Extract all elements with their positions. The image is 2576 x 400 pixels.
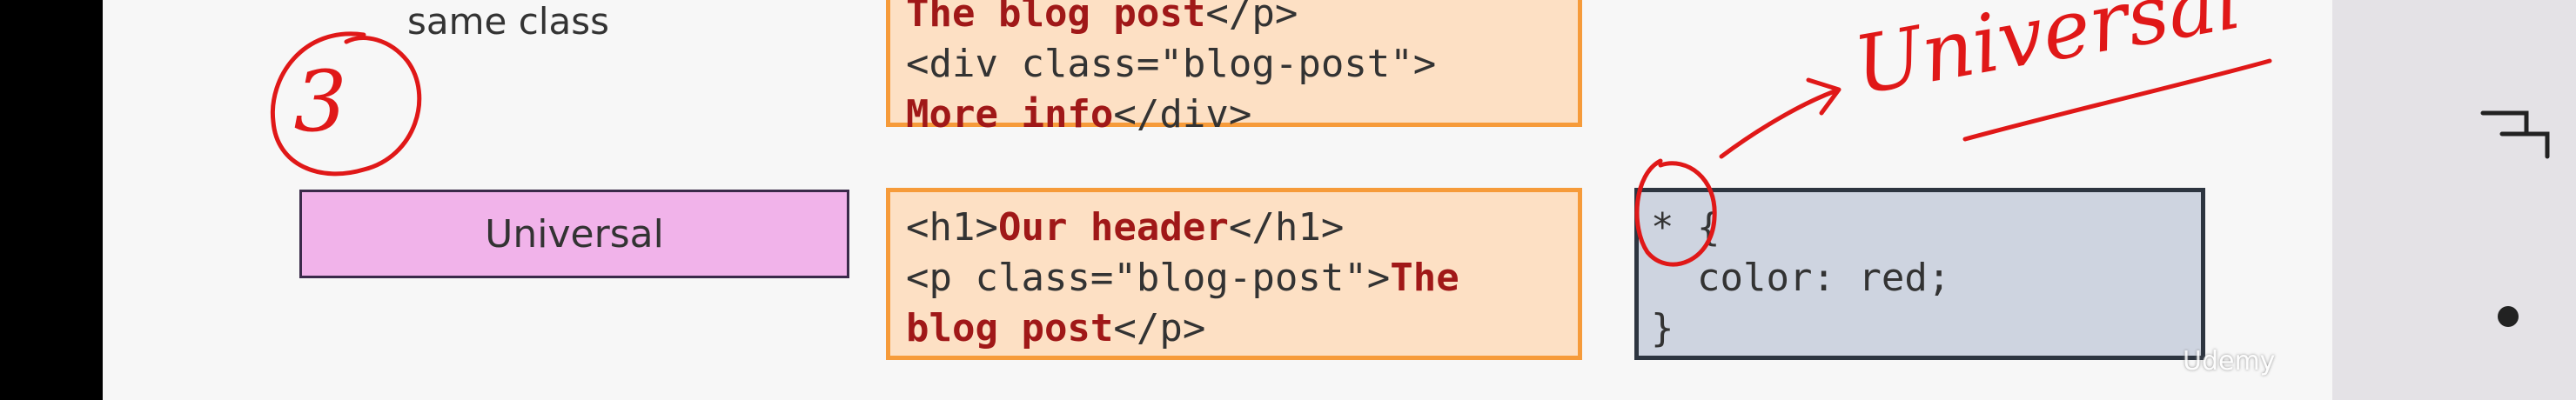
code-text: </div> xyxy=(1113,92,1252,137)
page-dot-icon[interactable] xyxy=(2498,306,2519,327)
code-text: <h1> xyxy=(906,205,998,250)
code-line: More info</div> xyxy=(906,92,1251,137)
handwritten-word: Universal xyxy=(1848,0,2248,113)
code-keyword: blog post xyxy=(906,306,1114,350)
code-keyword: Our header xyxy=(997,205,1229,250)
code-line: <p class="blog-post">The xyxy=(906,256,1459,300)
code-line: <div class="blog-post"> xyxy=(906,42,1437,86)
circle-around-number xyxy=(270,31,422,177)
code-keyword: The blog post xyxy=(906,0,1206,36)
code-line: <h1>Our header</h1> xyxy=(906,205,1344,250)
html-code-block-top: The blog post</p> <div class="blog-post"… xyxy=(886,0,1582,137)
code-text: </p> xyxy=(1205,0,1298,36)
css-line: color: red; xyxy=(1651,256,1951,300)
code-text: <p class="blog-post"> xyxy=(906,256,1391,300)
handwritten-number: 3 xyxy=(293,53,346,150)
css-line: } xyxy=(1651,306,1674,350)
slide: same class Universal The blog post</p> <… xyxy=(103,0,2332,400)
arrow-shaft xyxy=(1719,89,1837,159)
udemy-watermark: Udemy xyxy=(2183,346,2276,377)
code-line: blog post</p> xyxy=(906,306,1205,350)
universal-selector-label: Universal xyxy=(485,211,664,257)
html-code-block-bottom: <h1>Our header</h1> <p class="blog-post"… xyxy=(886,188,1582,360)
code-keyword: More info xyxy=(906,92,1114,137)
css-line: * { xyxy=(1651,205,1721,250)
same-class-label: same class xyxy=(407,0,609,43)
code-text: </p> xyxy=(1113,306,1206,350)
css-code-block: * { color: red; } xyxy=(1634,188,2205,360)
presentation-mode-icon[interactable] xyxy=(2476,103,2554,165)
underline-stroke xyxy=(1962,58,2272,142)
universal-selector-box: Universal xyxy=(299,190,849,278)
code-text: </h1> xyxy=(1228,205,1345,250)
arrow-head xyxy=(1806,77,1841,116)
code-keyword: The xyxy=(1390,256,1459,300)
side-panel xyxy=(2332,0,2576,400)
code-line: The blog post</p> xyxy=(906,0,1298,36)
